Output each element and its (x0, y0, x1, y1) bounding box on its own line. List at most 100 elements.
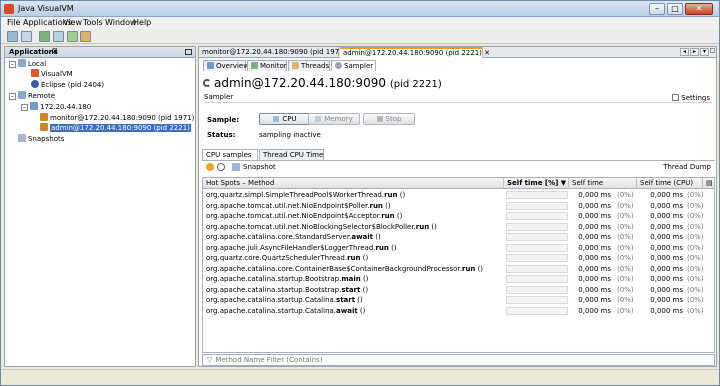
method-filter-field[interactable]: ▽ Method Name Filter (Contains) (202, 354, 715, 366)
tab-admin-app[interactable]: admin@172.20.44.180:9090 (pid 2221) ✕ (340, 47, 490, 58)
table-header: Hot Spots – Method Self time [%] ▼ Self … (203, 178, 714, 189)
tree-node-admin[interactable]: admin@172.20.44.180:9090 (pid 2221) (40, 123, 191, 133)
tree-node-host[interactable]: 172.20.44.180 (30, 102, 91, 112)
self-time-pct-cell: (0%) (617, 191, 634, 199)
self-time-pct-cell: (0%) (617, 275, 634, 283)
core-dump-icon[interactable] (80, 31, 91, 42)
self-time-bar (506, 264, 568, 273)
filter-icon: ▽ (207, 356, 213, 364)
table-row[interactable]: org.apache.catalina.startup.Catalina.awa… (203, 306, 714, 316)
minimize-button[interactable]: – (649, 3, 665, 15)
method-args: () (382, 201, 391, 210)
add-jvm-icon[interactable] (67, 31, 78, 42)
scroll-tabs-left-icon[interactable]: ◂ (680, 48, 689, 56)
button-label: Stop (385, 115, 402, 123)
tree-label: monitor@172.20.44.180:9090 (pid 1971) (50, 114, 195, 122)
tree-node-eclipse[interactable]: Eclipse (pid 2404) (31, 80, 104, 90)
checkbox-icon[interactable] (672, 94, 680, 101)
table-row[interactable]: org.apache.tomcat.util.net.NioBlockingSe… (203, 222, 714, 232)
tree-label: 172.20.44.180 (40, 103, 92, 111)
tree-node-remote[interactable]: Remote (18, 91, 55, 101)
close-panel-icon[interactable]: ⊠ (52, 47, 58, 55)
method-class: org.apache.tomcat.util.net.NioEndpoint$A… (206, 212, 382, 220)
table-row[interactable]: org.apache.catalina.startup.Bootstrap.st… (203, 285, 714, 295)
menu-file[interactable]: File (7, 18, 20, 27)
table-row[interactable]: org.apache.juli.AsyncFileHandler$LoggerT… (203, 243, 714, 253)
tab-threads[interactable]: Threads (288, 60, 330, 71)
maximize-doc-icon[interactable]: □ (708, 48, 717, 56)
method-args: () (355, 296, 363, 304)
menu-help[interactable]: Help (133, 18, 151, 27)
method-name: start (341, 285, 361, 294)
table-row[interactable]: org.apache.catalina.core.ContainerBase$C… (203, 264, 714, 274)
column-chooser-icon[interactable]: ▤ (703, 178, 714, 189)
method-class: org.apache.catalina.startup.Bootstrap. (206, 285, 342, 294)
tab-cpu-samples[interactable]: CPU samples (202, 149, 258, 160)
pause-icon[interactable] (206, 163, 214, 171)
column-self-time-pct[interactable]: Self time [%] ▼ (504, 178, 569, 189)
menu-tools[interactable]: Tools (83, 18, 103, 27)
maximize-button[interactable]: □ (667, 3, 683, 15)
tab-monitor-app[interactable]: monitor@172.20.44.180:9090 (pid 1971) ✕ (199, 47, 354, 58)
save-icon[interactable] (21, 31, 32, 42)
table-row[interactable]: org.apache.catalina.startup.Bootstrap.ma… (203, 274, 714, 284)
collapse-host-icon[interactable]: – (21, 104, 28, 111)
tab-overview[interactable]: Overview (203, 60, 249, 71)
table-row[interactable]: org.apache.catalina.startup.Catalina.sta… (203, 295, 714, 305)
self-time-bar (506, 243, 568, 252)
tab-thread-cpu-time[interactable]: Thread CPU Time (259, 149, 324, 160)
refresh-icon[interactable] (217, 163, 225, 171)
settings-checkbox[interactable]: Settings (672, 94, 710, 102)
add-jmx-icon[interactable] (39, 31, 50, 42)
cpu-button[interactable]: CPU (259, 113, 311, 125)
tree-label: Remote (28, 92, 56, 100)
monitor-icon (251, 62, 258, 69)
snapshots-icon (18, 134, 26, 142)
tree-node-visualvm[interactable]: VisualVM (31, 69, 73, 79)
table-row[interactable]: org.apache.tomcat.util.net.NioEndpoint$A… (203, 211, 714, 221)
self-time-cell: 0,000 ms (578, 212, 611, 220)
collapse-remote-icon[interactable]: – (9, 93, 16, 100)
tab-label: Sampler (344, 62, 374, 70)
load-snapshot-icon[interactable] (7, 31, 18, 42)
thread-dump-button[interactable]: Thread Dump (663, 163, 711, 171)
self-time-pct-cell: (0%) (617, 212, 634, 220)
main-panel: monitor@172.20.44.180:9090 (pid 1971) ✕ … (198, 46, 717, 367)
method-cell: org.apache.catalina.startup.Bootstrap.ma… (206, 274, 502, 284)
close-button[interactable]: ✕ (685, 3, 713, 15)
tree-node-monitor[interactable]: monitor@172.20.44.180:9090 (pid 1971) (40, 113, 194, 123)
menu-view[interactable]: View (63, 18, 82, 27)
menu-window[interactable]: Window (105, 18, 137, 27)
self-time-cpu-cell: 0,000 ms (650, 233, 683, 241)
sampler-section-header: Sampler (204, 93, 712, 103)
table-row[interactable]: org.quartz.core.QuartzSchedulerThread.ru… (203, 253, 714, 263)
self-time-bar (506, 306, 568, 315)
table-row[interactable]: org.quartz.simpl.SimpleThreadPool$Worker… (203, 190, 714, 200)
sampler-icon (335, 62, 342, 69)
method-name: start (336, 296, 356, 304)
column-method[interactable]: Hot Spots – Method (203, 178, 504, 189)
column-self-time-cpu[interactable]: Self time (CPU) (637, 178, 703, 189)
self-time-cell: 0,000 ms (578, 296, 611, 304)
column-self-time[interactable]: Self time (569, 178, 637, 189)
tree-node-local[interactable]: Local (18, 59, 46, 69)
stop-button[interactable]: Stop (363, 113, 415, 125)
minimize-panel-icon[interactable] (185, 49, 192, 55)
scroll-tabs-right-icon[interactable]: ▸ (690, 48, 699, 56)
tab-sampler[interactable]: Sampler (331, 60, 376, 71)
self-time-pct-cell: (0%) (617, 296, 634, 304)
filter-placeholder: Method Name Filter (Contains) (215, 356, 323, 364)
close-tab-icon[interactable]: ✕ (484, 49, 490, 57)
self-time-bar (506, 233, 568, 241)
table-row[interactable]: org.apache.tomcat.util.net.NioEndpoint$P… (203, 201, 714, 211)
table-row[interactable]: org.apache.catalina.core.StandardServer.… (203, 232, 714, 242)
method-args: () (373, 233, 381, 241)
snapshot-button[interactable]: Snapshot (243, 163, 276, 171)
title-bar[interactable]: Java VisualVM – □ ✕ (1, 1, 719, 17)
add-remote-host-icon[interactable] (53, 31, 64, 42)
collapse-local-icon[interactable]: – (9, 61, 16, 68)
memory-button[interactable]: Memory (308, 113, 360, 125)
tab-monitor[interactable]: Monitor (247, 60, 287, 71)
tree-node-snapshots[interactable]: Snapshots (18, 134, 64, 144)
self-time-cell: 0,000 ms (578, 264, 611, 273)
